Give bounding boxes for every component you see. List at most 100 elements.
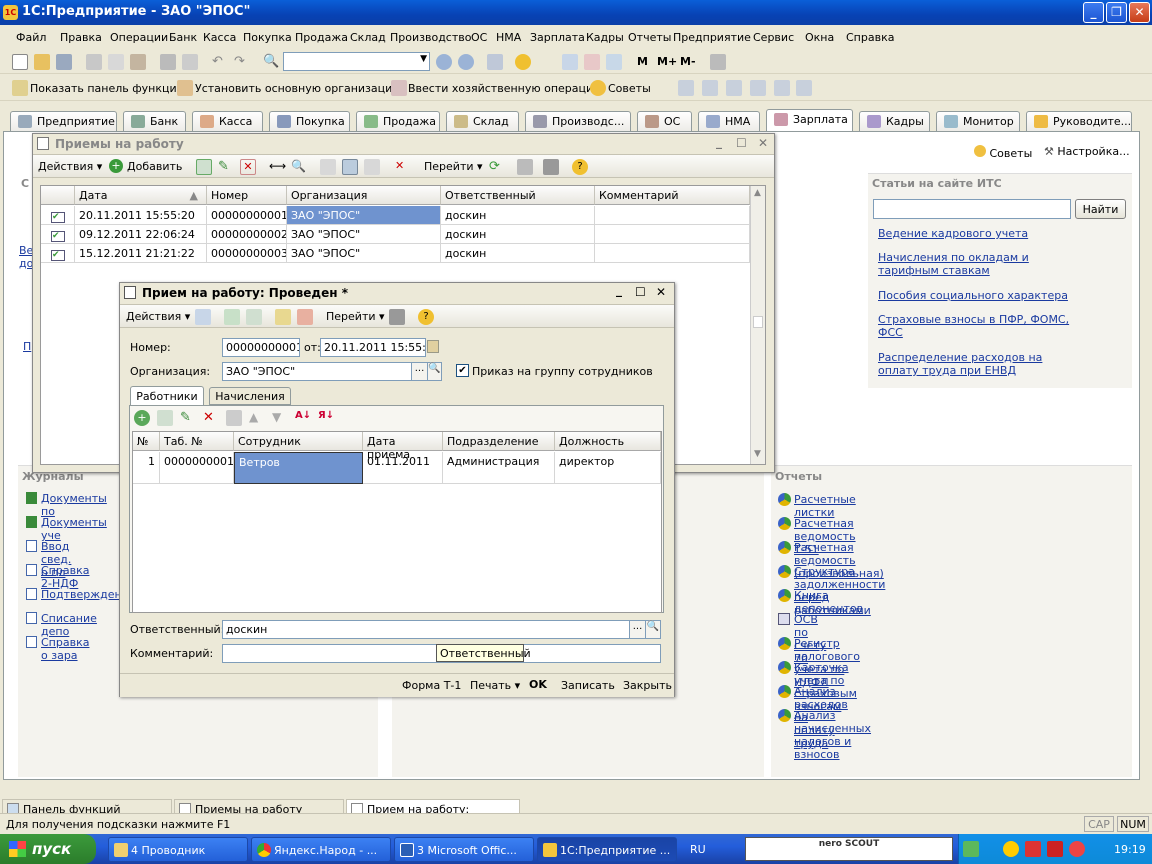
tab-workers[interactable]: Работники xyxy=(130,386,204,406)
responsible-field[interactable]: доскин xyxy=(222,620,630,639)
save-button[interactable]: Записать xyxy=(561,679,615,692)
sort-asc-icon[interactable]: A↓ xyxy=(295,410,311,426)
find-next-icon[interactable] xyxy=(436,54,452,70)
tab-hr[interactable]: Кадры xyxy=(859,111,930,132)
nero-scout-bar[interactable]: nero SCOUT xyxy=(745,837,953,861)
tips-button[interactable]: Советы xyxy=(608,82,651,95)
table-icon[interactable] xyxy=(606,54,622,70)
menu-service[interactable]: Сервис xyxy=(753,31,794,44)
taskbar-item-browser[interactable]: Яндекс.Народ - ... xyxy=(251,837,391,862)
its-find-button[interactable]: Найти xyxy=(1075,199,1126,219)
print-icon[interactable] xyxy=(517,159,533,175)
copy-icon[interactable] xyxy=(108,54,124,70)
maximize-button[interactable]: ☐ xyxy=(736,136,747,150)
menu-reports[interactable]: Отчеты xyxy=(628,31,671,44)
interval-icon[interactable]: ⟷ xyxy=(269,159,286,175)
tab-nma[interactable]: НМА xyxy=(698,111,760,132)
set-org-button[interactable]: Установить основную организацию xyxy=(195,82,402,95)
left-partial-link[interactable]: П xyxy=(23,340,31,353)
column-header[interactable]: Комментарий xyxy=(595,186,750,205)
info-icon[interactable] xyxy=(515,54,531,70)
redo-icon[interactable]: ↷ xyxy=(234,54,250,70)
taskbar-item-office[interactable]: 3 Microsoft Offic... xyxy=(394,837,534,862)
filter-active-icon[interactable] xyxy=(342,159,358,175)
tray-antivirus-icon[interactable] xyxy=(1047,841,1063,857)
column-header[interactable]: Должность xyxy=(555,432,661,451)
close-button[interactable]: ✕ xyxy=(1129,2,1150,23)
search-icon[interactable]: 🔍 xyxy=(427,362,442,381)
menu-hr[interactable]: Кадры xyxy=(586,31,624,44)
journal-link[interactable]: Справка о зара xyxy=(41,636,89,662)
scroll-thumb[interactable] xyxy=(753,316,763,328)
edit-icon[interactable]: ✎ xyxy=(218,159,234,175)
scroll-up-icon[interactable]: ▲ xyxy=(754,188,761,198)
save-icon[interactable] xyxy=(56,54,72,70)
select-button[interactable]: ... xyxy=(411,362,428,381)
columns-icon[interactable] xyxy=(543,159,559,175)
taskbar-item-1c[interactable]: 1С:Предприятие ... xyxy=(537,837,677,862)
copy-icon[interactable] xyxy=(246,309,262,325)
minimize-button[interactable]: _ xyxy=(1083,2,1104,23)
start-button[interactable]: пуск xyxy=(0,834,96,864)
unpost-icon[interactable] xyxy=(297,309,313,325)
column-header[interactable]: Дата ▲ xyxy=(75,186,207,205)
journal-link[interactable]: Документы по xyxy=(41,492,107,518)
tab-enterprise[interactable]: Предприятие xyxy=(10,111,117,132)
journal-link[interactable]: Списание депо xyxy=(41,612,97,638)
close-button[interactable]: ✕ xyxy=(758,136,768,150)
paste-icon[interactable] xyxy=(130,54,146,70)
journal-link[interactable]: Документы уче xyxy=(41,516,107,542)
group-order-checkbox[interactable]: ✔ xyxy=(456,364,469,377)
memory-plus-button[interactable]: M+ xyxy=(657,55,677,68)
search-icon[interactable]: 🔍 xyxy=(645,620,661,639)
column-header[interactable]: Таб. № xyxy=(160,432,234,451)
actions-menu[interactable]: Действия ▾ xyxy=(126,310,190,323)
ok-button[interactable]: OK xyxy=(529,678,547,691)
tab-purchase[interactable]: Покупка xyxy=(269,111,350,132)
column-header[interactable]: Номер xyxy=(207,186,287,205)
clear-filter-icon[interactable]: ✕ xyxy=(395,159,411,175)
filter-icon[interactable] xyxy=(320,159,336,175)
goto-menu[interactable]: Перейти ▾ xyxy=(326,310,385,323)
column-header[interactable]: Дата приема xyxy=(363,432,443,461)
report-link[interactable]: Расчетные листки xyxy=(794,493,856,519)
memory-m-button[interactable]: M xyxy=(637,55,648,68)
tray-green-icon[interactable] xyxy=(963,841,979,857)
tool-a-icon[interactable] xyxy=(678,80,694,96)
new-document-icon[interactable] xyxy=(12,54,28,70)
show-panel-button[interactable]: Показать панель функций xyxy=(30,82,184,95)
minimize-button[interactable]: _ xyxy=(716,135,722,149)
maximize-button[interactable]: ☐ xyxy=(635,285,646,299)
open-folder-icon[interactable] xyxy=(34,54,50,70)
menu-warehouse[interactable]: Склад xyxy=(350,31,386,44)
its-search-input[interactable] xyxy=(873,199,1071,219)
menu-sales[interactable]: Продажа xyxy=(295,31,348,44)
its-link[interactable]: Страховые взносы в ПФР, ФОМС, ФСС xyxy=(878,313,1078,339)
report-link[interactable]: Анализ начисленных налогов и взносов xyxy=(794,709,871,761)
memory-minus-button[interactable]: M- xyxy=(680,55,696,68)
search-icon[interactable]: 🔍 xyxy=(263,54,279,70)
move-down-icon[interactable]: ▼ xyxy=(272,410,288,426)
menu-cash[interactable]: Касса xyxy=(203,31,236,44)
scrollbar[interactable]: ▲ ▼ xyxy=(750,186,765,464)
menu-help[interactable]: Справка xyxy=(846,31,894,44)
tools-icon[interactable] xyxy=(710,54,726,70)
actions-menu[interactable]: Действия ▾ xyxy=(38,160,102,173)
select-button[interactable]: ... xyxy=(629,620,646,639)
tray-red-icon[interactable] xyxy=(1025,841,1041,857)
scroll-down-icon[interactable]: ▼ xyxy=(754,449,761,459)
print-button[interactable]: Печать ▾ xyxy=(470,679,520,692)
its-link[interactable]: Пособия социального характера xyxy=(878,289,1068,302)
add-icon[interactable]: + xyxy=(134,410,150,426)
language-indicator[interactable]: RU xyxy=(690,843,706,856)
tool-e-icon[interactable] xyxy=(774,80,790,96)
tool-c-icon[interactable] xyxy=(726,80,742,96)
delete-icon[interactable]: ✕ xyxy=(240,159,256,175)
goto-menu[interactable]: Перейти ▾ xyxy=(424,160,483,173)
copy-icon[interactable] xyxy=(157,410,173,426)
post-close-icon[interactable] xyxy=(195,309,211,325)
menu-edit[interactable]: Правка xyxy=(60,31,102,44)
tool-d-icon[interactable] xyxy=(750,80,766,96)
minimize-button[interactable]: _ xyxy=(616,283,622,297)
org-field[interactable]: ЗАО "ЭПОС" xyxy=(222,362,412,381)
